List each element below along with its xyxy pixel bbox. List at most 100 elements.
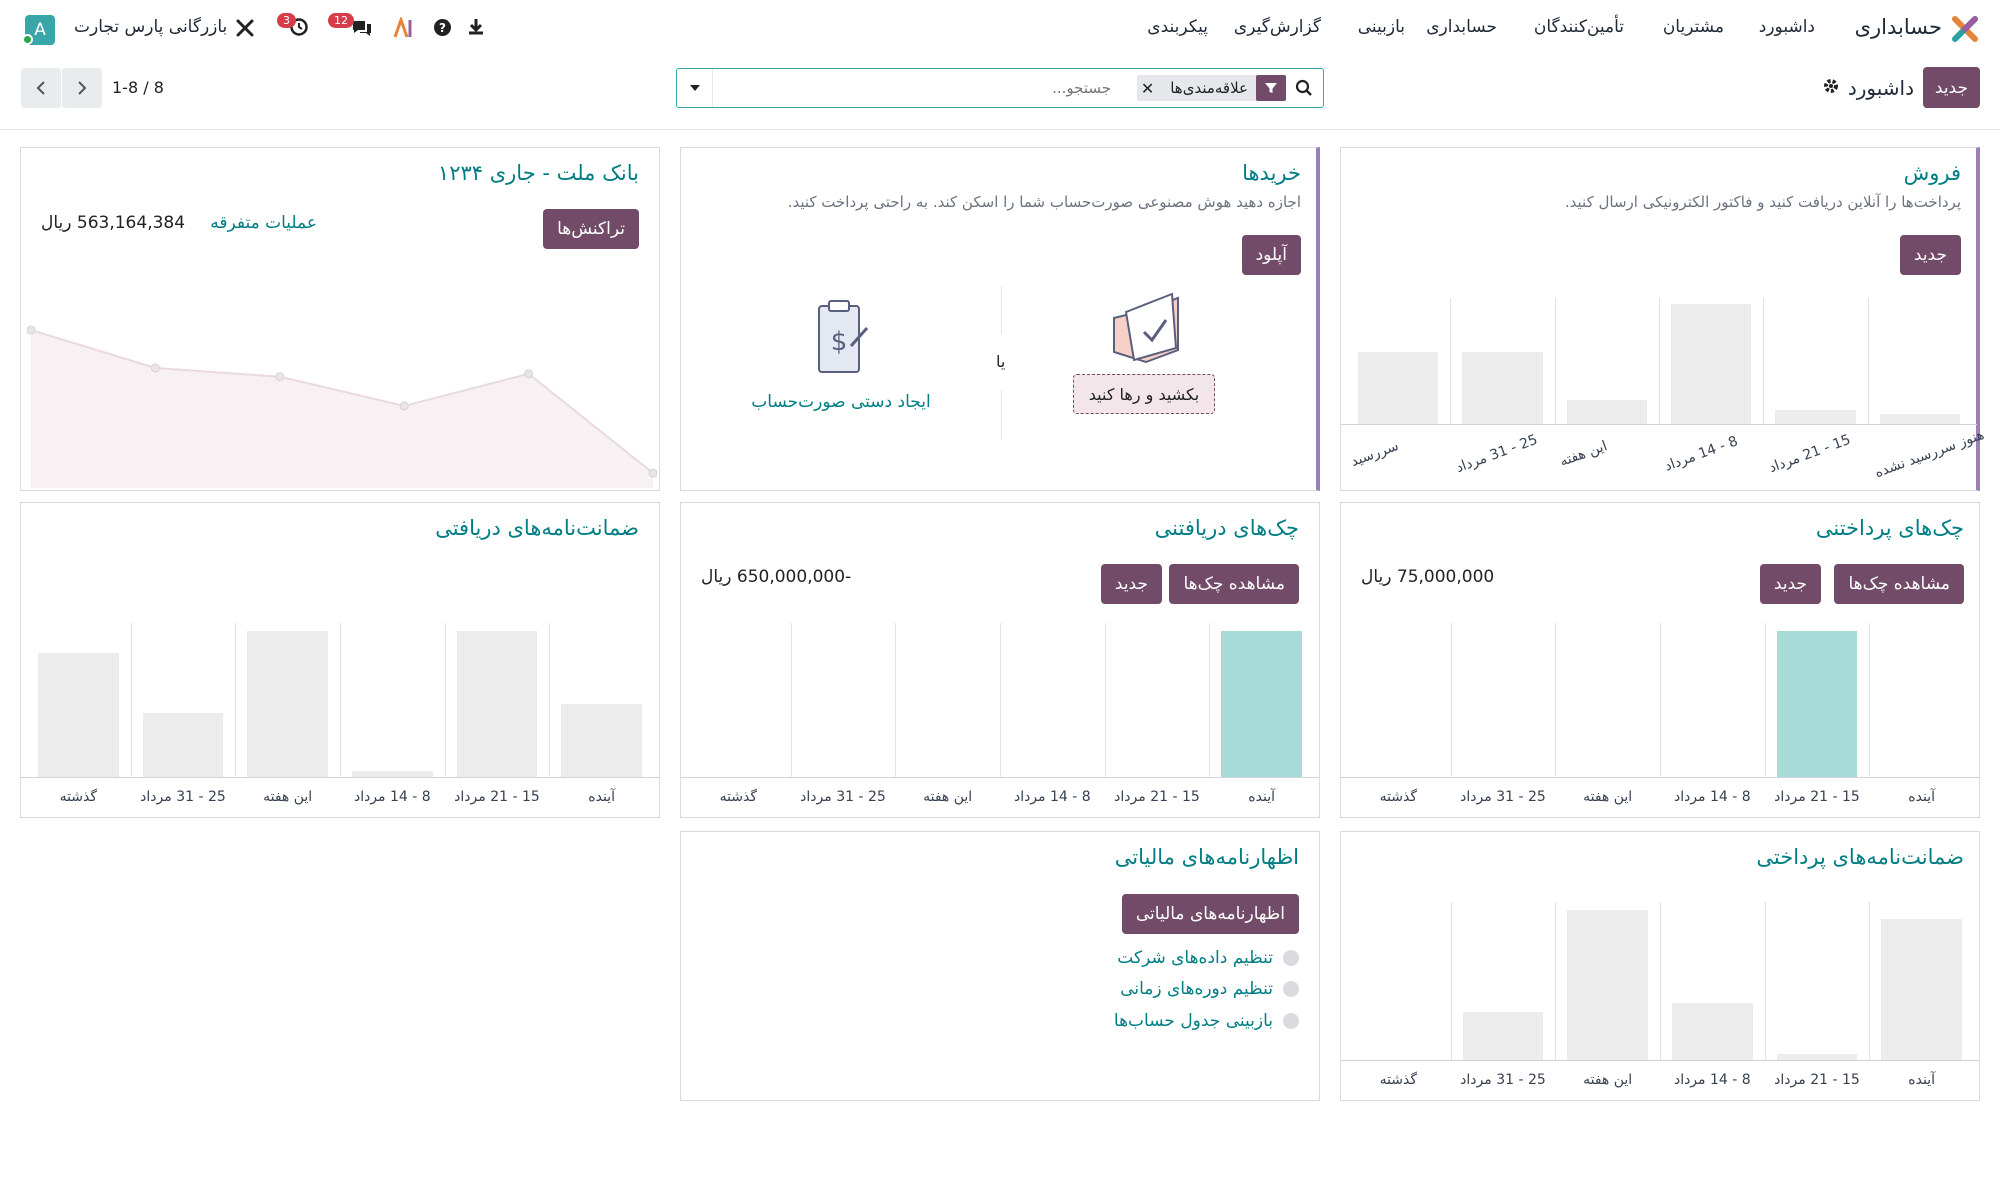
chart-bar[interactable] [1566, 400, 1647, 424]
tax-returns-title[interactable]: اظهارنامه‌های مالیاتی [1115, 845, 1299, 869]
ai-icon[interactable] [393, 15, 415, 39]
checks-receivable-title[interactable]: چک‌های دریافتنی [1155, 516, 1299, 540]
bank-point[interactable] [150, 363, 160, 373]
transactions-button[interactable]: تراکنش‌ها [543, 209, 639, 249]
bank-point[interactable] [524, 369, 534, 379]
chart-tick-label: این هفته [923, 789, 973, 805]
chart-tick-label: آینده [588, 789, 615, 805]
menu-dashboard[interactable]: داشبورد [1759, 17, 1815, 37]
checks-receivable-view-button[interactable]: مشاهده چک‌ها [1169, 564, 1299, 604]
chart-tick-label: 15 - 21 مرداد [1114, 789, 1200, 805]
sales-chart[interactable]: هنوز سررسید نشده 15 - 21 مرداد 8 - 14 مردا… [1341, 298, 1986, 490]
chart-bar[interactable] [38, 653, 119, 777]
chart-bar[interactable] [1462, 1012, 1544, 1060]
bank-point[interactable] [399, 401, 409, 411]
chart-tick-label: این هفته [263, 789, 313, 805]
checks-payable-new-button[interactable]: جدید [1759, 564, 1821, 604]
upload-button[interactable]: آپلود [1241, 235, 1301, 275]
drag-drop-button[interactable]: بکشید و رها کنید [1073, 374, 1215, 414]
menu-vendors[interactable]: تأمین‌کنندگان [1534, 17, 1624, 37]
menu-accounting[interactable]: حسابداری [1426, 17, 1497, 37]
chart-gridline [235, 623, 237, 777]
card-checks-payable: چک‌های پرداختنی مشاهده چک‌ها جدید 75,000… [1340, 502, 1980, 818]
search-box[interactable]: علاقه‌مندی‌ها ✕ [676, 68, 1324, 108]
app-logo-icon[interactable] [1952, 16, 1978, 42]
step-circle-icon [1283, 981, 1299, 997]
menu-customers[interactable]: مشتریان [1663, 17, 1724, 37]
search-options-toggle[interactable] [677, 69, 713, 107]
chart-bar[interactable] [1671, 304, 1752, 424]
checks-receivable-chart[interactable]: آینده 15 - 21 مرداد 8 - 14 مرداد این هفته 25… [681, 623, 1319, 817]
chart-bar[interactable] [561, 704, 642, 777]
bank-line-chart[interactable] [26, 318, 658, 488]
chevron-right-icon [78, 81, 87, 95]
chart-bar[interactable] [1221, 631, 1302, 777]
chevron-left-icon [36, 81, 45, 95]
bank-balance: 563,164,384 ریال [41, 213, 186, 233]
chart-gridline [1869, 902, 1871, 1060]
chart-bar[interactable] [1776, 631, 1858, 777]
chart-bar[interactable] [1881, 919, 1962, 1060]
checks-receivable-amount: -650,000,000 ریال [701, 567, 852, 587]
chart-bar[interactable] [1462, 352, 1543, 424]
tax-step-3[interactable]: بازبینی جدول حساب‌ها [1114, 1011, 1299, 1031]
download-icon[interactable] [466, 17, 486, 37]
guarantees-received-title[interactable]: ضمانت‌نامه‌های دریافتی [435, 516, 639, 540]
svg-text:$: $ [831, 327, 848, 357]
chart-bar[interactable] [1358, 352, 1439, 424]
menu-reporting[interactable]: گزارش‌گیری [1234, 17, 1321, 37]
pager-next-button[interactable] [62, 68, 102, 108]
search-input[interactable] [731, 75, 1111, 101]
checks-receivable-new-button[interactable]: جدید [1100, 564, 1162, 604]
chart-bar[interactable] [247, 631, 328, 777]
guarantees-paid-chart[interactable]: آینده 15 - 21 مرداد 8 - 14 مرداد این هفته 25… [1341, 902, 1979, 1100]
chart-bar[interactable] [1776, 1054, 1858, 1060]
chart-bar[interactable] [142, 713, 224, 777]
settings-tools-icon[interactable] [235, 18, 255, 38]
chart-bar[interactable] [456, 631, 538, 777]
new-button[interactable]: جدید [1922, 67, 1980, 108]
purchases-title[interactable]: خریدها [1242, 161, 1301, 185]
bank-point[interactable] [26, 325, 36, 335]
checks-payable-view-button[interactable]: مشاهده چک‌ها [1834, 564, 1964, 604]
menu-review[interactable]: بازبینی [1358, 17, 1405, 37]
help-icon[interactable]: ? [434, 19, 451, 36]
manual-bill-link[interactable]: ایجاد دستی صورت‌حساب [721, 392, 961, 412]
folder-check-icon [1106, 288, 1186, 368]
chart-tick-label: 15 - 21 مرداد [454, 789, 540, 805]
pager-value[interactable]: 1-8 / 8 [112, 78, 164, 97]
chart-gridline [1555, 902, 1557, 1060]
manual-bill-area[interactable]: $ ایجاد دستی صورت‌حساب [721, 298, 961, 448]
guarantees-paid-title[interactable]: ضمانت‌نامه‌های پرداختی [1756, 845, 1964, 869]
bank-point[interactable] [275, 372, 285, 382]
guarantees-received-chart[interactable]: آینده 15 - 21 مرداد 8 - 14 مرداد این هفته 25… [21, 623, 659, 817]
drop-zone[interactable]: بکشید و رها کنید [1001, 288, 1301, 488]
checks-payable-title[interactable]: چک‌های پرداختنی [1816, 516, 1964, 540]
search-icon[interactable] [1295, 79, 1313, 97]
bank-title[interactable]: بانک ملت - جاری ۱۲۳۴ [438, 161, 639, 185]
sales-title[interactable]: فروش [1904, 161, 1961, 185]
remove-facet-icon[interactable]: ✕ [1137, 79, 1162, 98]
chart-bar[interactable] [1775, 410, 1856, 424]
chart-bar[interactable] [352, 771, 433, 777]
company-switcher[interactable]: بازرگانی پارس تجارت [74, 17, 227, 37]
chart-gridline [1869, 623, 1871, 777]
misc-operations-link[interactable]: عملیات متفرقه [210, 213, 317, 233]
pager-prev-button[interactable] [21, 68, 61, 108]
chart-bar[interactable] [1672, 1003, 1753, 1060]
tax-step-1[interactable]: تنظیم داده‌های شرکت [1117, 948, 1299, 968]
chart-baseline [1341, 424, 1977, 425]
tax-returns-button[interactable]: اظهارنامه‌های مالیاتی [1121, 894, 1299, 934]
checks-payable-chart[interactable]: آینده 15 - 21 مرداد 8 - 14 مرداد این هفته 25… [1341, 623, 1979, 817]
action-gear-icon[interactable] [1822, 77, 1840, 95]
sales-new-button[interactable]: جدید [1899, 235, 1961, 275]
app-name[interactable]: حسابداری [1855, 15, 1942, 39]
chart-tick-label: 25 - 31 مرداد [1454, 431, 1541, 477]
bank-point[interactable] [648, 468, 658, 478]
tax-step-2[interactable]: تنظیم دوره‌های زمانی [1120, 979, 1299, 999]
chart-bar[interactable] [1879, 414, 1960, 424]
chart-tick-label: سررسید [1348, 438, 1401, 470]
menu-configuration[interactable]: پیکربندی [1147, 17, 1208, 37]
messages-chat-icon[interactable] [351, 18, 373, 38]
chart-bar[interactable] [1567, 910, 1648, 1060]
